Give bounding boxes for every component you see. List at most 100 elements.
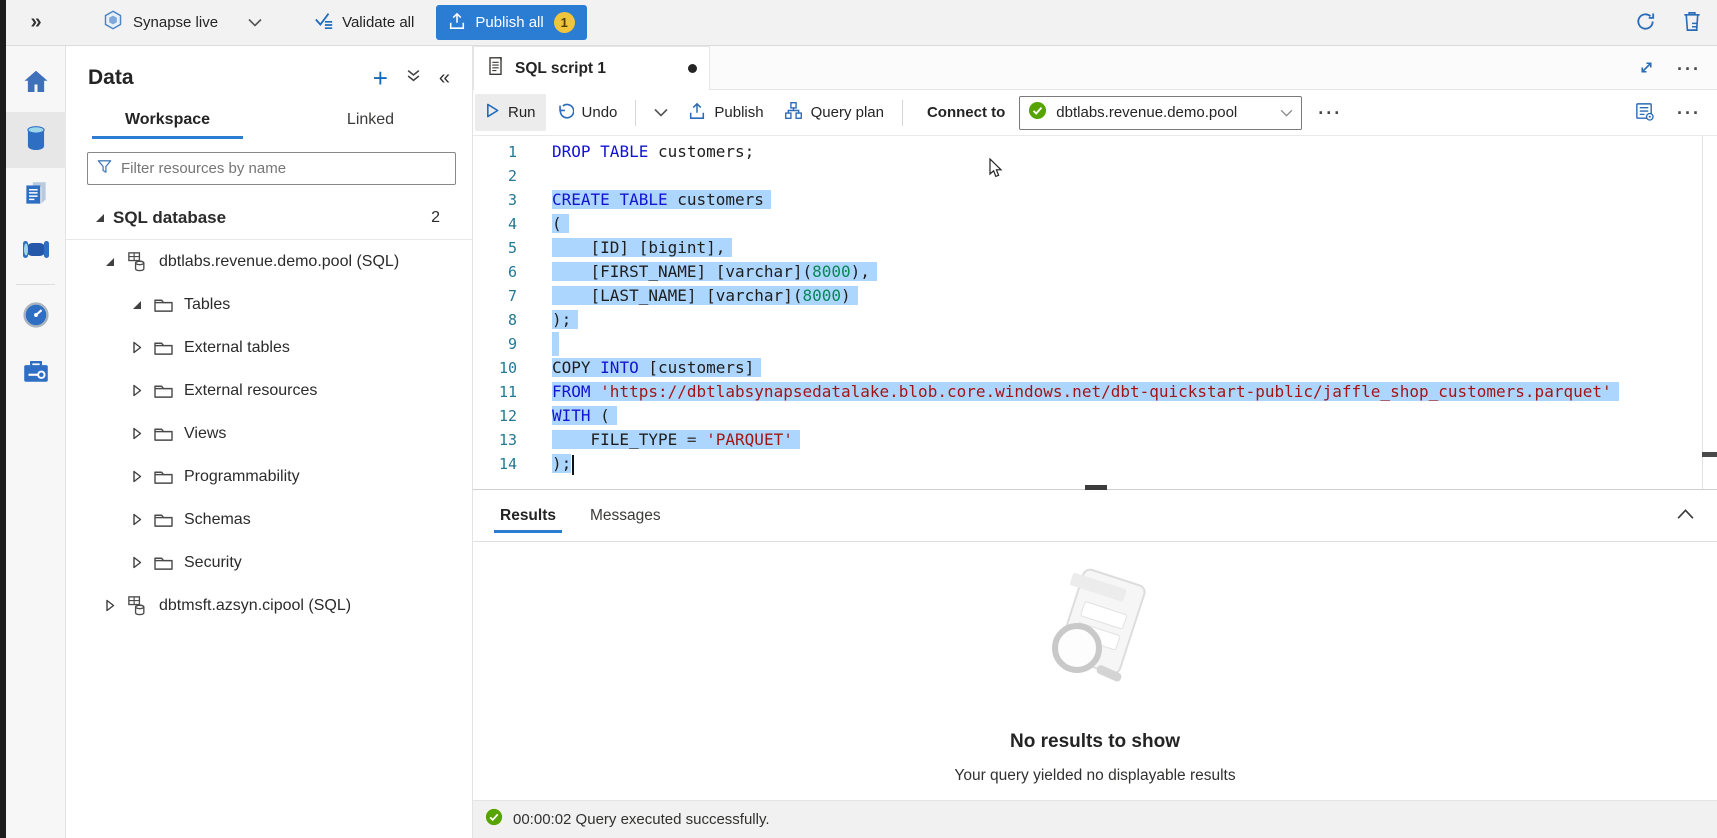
nav-integrate[interactable] [6,224,66,280]
chevron-down-icon[interactable] [248,14,271,32]
collapse-results-button[interactable] [1676,508,1695,523]
code-line[interactable]: 14); [473,452,1717,476]
list-settings-icon [1634,101,1655,125]
tree-item[interactable]: Programmability [66,455,472,498]
database-icon [22,123,50,158]
more-icon: ··· [1677,108,1701,118]
synapse-studio-window: » Synapse live Validate all Publish all … [0,0,1717,838]
tab-sql-script-1[interactable]: SQL script 1 [473,46,710,90]
chevron-up-icon [1676,508,1695,523]
collapsed-expander-icon[interactable] [130,427,144,440]
undo-button[interactable]: Undo [546,94,628,132]
collapsed-expander-icon[interactable] [130,470,144,483]
mode-selector[interactable]: Synapse live [102,9,271,36]
collapsed-expander-icon[interactable] [103,599,117,612]
editor-scrollbar[interactable] [1702,136,1703,489]
nav-manage[interactable] [6,345,66,401]
undo-label: Undo [582,104,618,121]
toolbar-divider [635,100,636,126]
tab-linked[interactable]: Linked [269,102,472,139]
query-plan-button[interactable]: Query plan [774,93,894,132]
folder-icon [153,554,174,571]
editor-more-button[interactable]: ··· [1677,108,1701,118]
code-line[interactable]: 11FROM 'https://dbtlabsynapsedatalake.bl… [473,380,1717,404]
upload-icon [688,102,706,124]
nav-monitor[interactable] [6,289,66,345]
add-resource-icon[interactable]: + [373,68,388,88]
hierarchy-icon [784,101,803,124]
discard-all-button[interactable] [1681,10,1703,36]
tree-item[interactable]: dbtmsft.azsyn.cipool (SQL) [66,584,472,627]
filter-box [87,152,456,185]
run-label: Run [508,104,536,121]
collapse-panel-icon[interactable]: « [439,69,450,87]
tree-item[interactable]: SQL database2 [66,197,472,240]
tab-messages[interactable]: Messages [580,493,671,539]
tree-item-label: Tables [184,296,230,314]
expanded-expander-icon[interactable] [130,299,144,311]
data-explorer-panel: Data + « Workspace Linked SQL database2d… [66,46,473,838]
empty-title: No results to show [1010,731,1180,753]
unsaved-dot-icon [688,64,697,73]
tree-item[interactable]: External resources [66,369,472,412]
top-command-bar: » Synapse live Validate all Publish all … [6,0,1717,46]
code-line[interactable]: 9 [473,332,1717,356]
code-line[interactable]: 4( [473,212,1717,236]
collapsed-expander-icon[interactable] [130,513,144,526]
tree-item[interactable]: Schemas [66,498,472,541]
tree-item[interactable]: dbtlabs.revenue.demo.pool (SQL) [66,240,472,283]
collapsed-expander-icon[interactable] [130,556,144,569]
tree-item[interactable]: External tables [66,326,472,369]
code-line[interactable]: 8); [473,308,1717,332]
tree-item[interactable]: Tables [66,283,472,326]
code-line[interactable]: 3CREATE TABLE customers [473,188,1717,212]
tree-item[interactable]: Security [66,541,472,584]
code-line[interactable]: 12WITH ( [473,404,1717,428]
publish-all-label: Publish all [475,14,543,31]
filter-input[interactable] [121,160,447,177]
code-line[interactable]: 7 [LAST_NAME] [varchar](8000) [473,284,1717,308]
line-number: 4 [473,212,517,236]
refresh-button[interactable] [1634,10,1657,36]
expanded-expander-icon[interactable] [103,256,117,268]
no-results-illustration [1015,562,1175,707]
publish-all-button[interactable]: Publish all 1 [436,5,586,40]
home-icon [21,67,51,102]
more-icon: ··· [1677,64,1701,74]
folder-icon [153,382,174,399]
toolbar-more-button[interactable]: ··· [1308,100,1352,126]
pool-dropdown[interactable]: dbtlabs.revenue.demo.pool [1019,96,1302,130]
tree-item-label: Schemas [184,511,251,529]
tab-more-button[interactable]: ··· [1677,64,1701,74]
nav-develop[interactable] [6,168,66,224]
tree-item[interactable]: Views [66,412,472,455]
collapse-all-icon[interactable] [406,68,421,88]
collapsed-expander-icon[interactable] [130,341,144,354]
code-line[interactable]: 10COPY INTO [customers] [473,356,1717,380]
publish-button[interactable]: Publish [678,94,773,132]
run-options-button[interactable] [644,96,678,129]
view-settings-button[interactable] [1634,101,1655,125]
editor-hscrollbar-thumb[interactable] [1702,452,1717,457]
code-line[interactable]: 5 [ID] [bigint], [473,236,1717,260]
line-number: 3 [473,188,517,212]
tab-results[interactable]: Results [490,493,566,539]
tree-item-label: SQL database [113,208,226,228]
code-line[interactable]: 13 FILE_TYPE = 'PARQUET' [473,428,1717,452]
validate-all-button[interactable]: Validate all [313,10,414,35]
nav-data[interactable] [6,112,66,168]
code-line[interactable]: 6 [FIRST_NAME] [varchar](8000), [473,260,1717,284]
sql-editor[interactable]: 1DROP TABLE customers;23CREATE TABLE cus… [473,136,1717,489]
run-button[interactable]: Run [475,94,546,131]
line-number: 10 [473,356,517,380]
tab-workspace[interactable]: Workspace [66,102,269,139]
expand-sidebar-icon[interactable]: » [6,11,66,34]
nav-home[interactable] [6,56,66,112]
toolbar-divider [902,100,903,126]
expand-editor-button[interactable] [1638,59,1655,79]
gauge-icon [22,301,50,334]
collapsed-expander-icon[interactable] [130,384,144,397]
code-line[interactable]: 1DROP TABLE customers; [473,140,1717,164]
code-line[interactable]: 2 [473,164,1717,188]
expanded-expander-icon[interactable] [93,212,107,224]
